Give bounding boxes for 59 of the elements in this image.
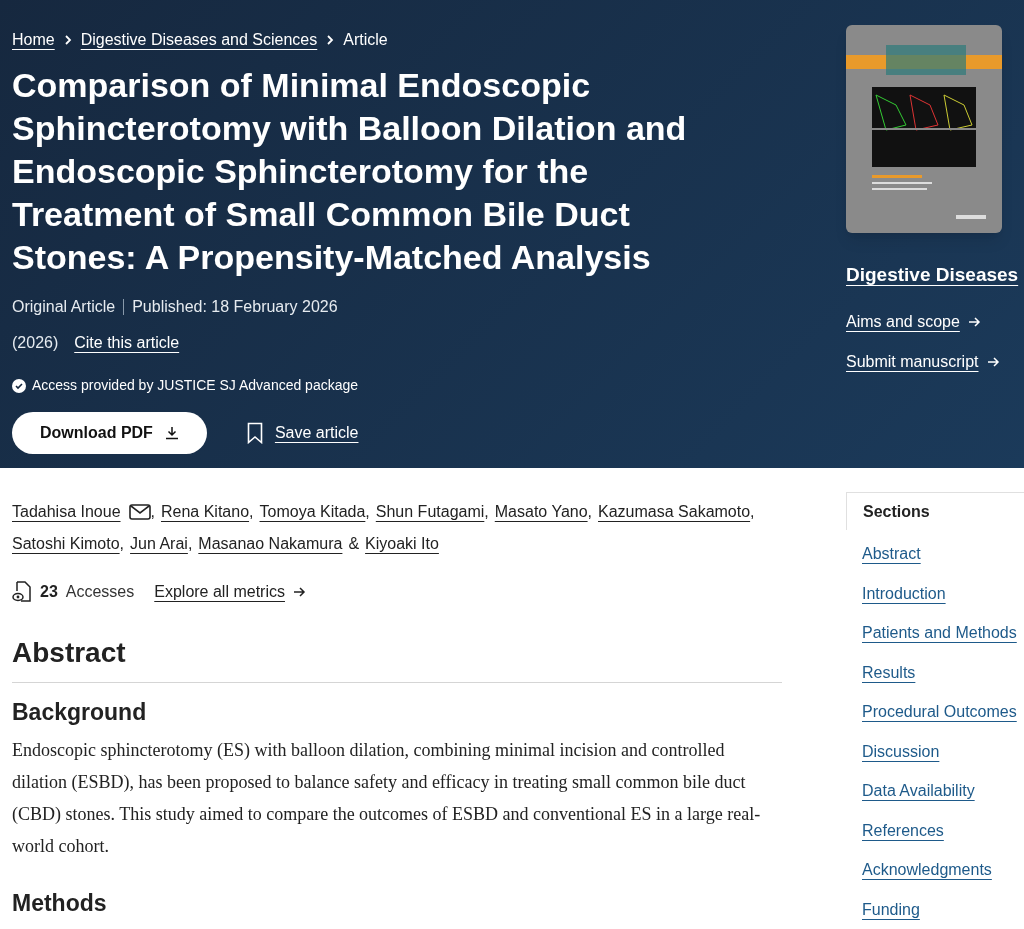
author-separator: , bbox=[750, 502, 755, 522]
section-link[interactable]: Procedural Outcomes bbox=[862, 700, 1017, 724]
email-icon[interactable] bbox=[128, 504, 151, 520]
section-link[interactable]: Data Availability bbox=[862, 779, 975, 803]
article-title: Comparison of Minimal Endoscopic Sphincterotomy with Balloon Dilation and Endoscopic Sphincterotomy for the Treatment of Small Common Bile Duct Stones: A Propensity-Matched Analysis bbox=[12, 65, 688, 278]
author-separator: , bbox=[150, 502, 155, 522]
download-pdf-button[interactable]: Download PDF bbox=[12, 412, 207, 454]
explore-metrics-link[interactable]: Explore all metrics bbox=[154, 580, 306, 604]
author-separator: , bbox=[484, 502, 489, 522]
article-type: Original Article bbox=[12, 297, 116, 317]
author-link[interactable]: Kiyoaki Ito bbox=[365, 528, 439, 560]
save-article-button[interactable]: Save article bbox=[246, 421, 359, 445]
section-link[interactable]: Abstract bbox=[862, 542, 921, 566]
author-separator: & bbox=[348, 534, 360, 554]
author-link[interactable]: Shun Futagami bbox=[375, 496, 485, 528]
journal-link[interactable]: Submit manuscript bbox=[846, 349, 1019, 374]
author-link[interactable]: Satoshi Kimoto bbox=[12, 528, 120, 560]
breadcrumb-link[interactable]: Home bbox=[12, 28, 55, 52]
author-separator: , bbox=[587, 502, 593, 522]
section-link[interactable]: Patients and Methods bbox=[862, 621, 1017, 645]
author-separator: , bbox=[249, 502, 254, 522]
journal-name[interactable]: Digestive Diseases bbox=[846, 261, 1019, 290]
breadcrumb-current: Article bbox=[343, 30, 388, 50]
sections-title: Sections bbox=[863, 501, 930, 522]
cite-link[interactable]: Cite this article bbox=[74, 331, 180, 355]
chevron-icon bbox=[325, 34, 336, 46]
document-eye-icon bbox=[12, 581, 32, 603]
section-link[interactable]: Funding bbox=[862, 897, 920, 922]
section-heading: Background bbox=[12, 698, 148, 727]
section-link[interactable]: Introduction bbox=[862, 581, 946, 606]
access-label: Accesses bbox=[65, 582, 135, 602]
author-link[interactable]: Masato Yano bbox=[494, 496, 588, 528]
section-link[interactable]: Acknowledgments bbox=[862, 858, 992, 882]
check-circle-icon bbox=[12, 378, 26, 393]
author-link[interactable]: Masanao Nakamura bbox=[198, 528, 343, 560]
bookmark-icon bbox=[246, 422, 263, 444]
chevron-icon bbox=[62, 34, 73, 46]
breadcrumb-link[interactable]: Digestive Diseases and Sciences bbox=[80, 28, 318, 52]
author-link[interactable]: Tomoya Kitada bbox=[259, 496, 366, 528]
abstract-paragraph: Endoscopic sphincterotomy (ES) with balloon dilation, combining minimal incision and controlled dilation (ESBD), has been proposed to balance safety and efficacy in treating small common bile duct (CBD) stones. This study aimed to compare the outcomes of ESBD and conventional ES in a large real-world cohort. bbox=[12, 738, 762, 858]
volume-year: (2026) bbox=[12, 333, 59, 353]
download-icon bbox=[164, 426, 179, 440]
abstract-heading: Abstract bbox=[12, 632, 782, 683]
published-date: Published: 18 February 2026 bbox=[132, 297, 338, 317]
author-link[interactable]: Jun Arai bbox=[130, 528, 188, 560]
section-link[interactable]: Results bbox=[862, 660, 916, 685]
access-count: 23 bbox=[40, 582, 58, 602]
author-link[interactable]: Tadahisa Inoue bbox=[12, 496, 121, 528]
section-link[interactable]: References bbox=[862, 818, 944, 843]
arrow-right-icon bbox=[292, 586, 306, 598]
author-separator: , bbox=[365, 502, 370, 522]
arrow-right-icon bbox=[967, 315, 981, 328]
author-separator: , bbox=[187, 534, 193, 554]
section-link[interactable]: Discussion bbox=[862, 739, 940, 764]
journal-link[interactable]: Aims and scope bbox=[846, 309, 1019, 334]
access-note: Access provided by JUSTICE SJ Advanced package bbox=[32, 376, 359, 395]
section-heading: Methods bbox=[12, 888, 108, 918]
author-separator: , bbox=[119, 534, 125, 554]
arrow-right-icon bbox=[986, 355, 1000, 368]
